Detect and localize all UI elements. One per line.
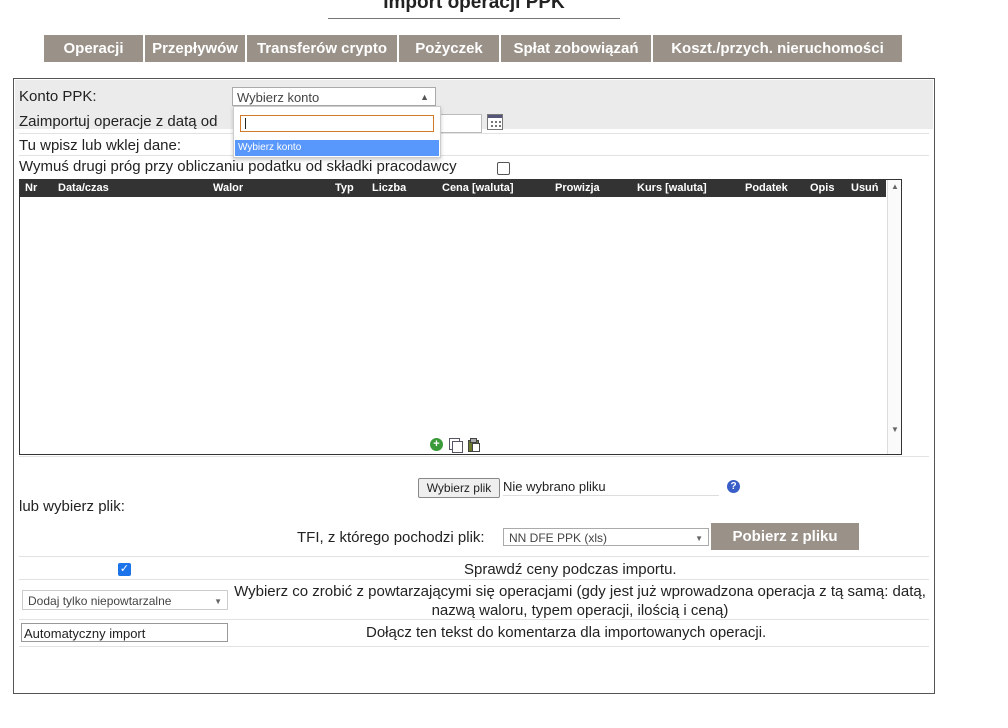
dropdown-search-input[interactable] xyxy=(240,115,434,132)
column-header[interactable]: Nr xyxy=(25,180,37,197)
page-title: Import operacji PPK xyxy=(328,0,620,19)
import-tabs: Operacji Przepływów Transferów crypto Po… xyxy=(44,35,902,62)
column-header[interactable]: Opis xyxy=(810,180,834,197)
operations-grid[interactable]: Nr Data/czas Walor Typ Liczba Cena [walu… xyxy=(19,179,902,455)
check-prices-checkbox[interactable]: ✓ xyxy=(118,563,131,576)
tab-operacji[interactable]: Operacji xyxy=(44,35,143,62)
copy-icon[interactable] xyxy=(449,438,463,453)
chevron-down-icon: ▼ xyxy=(695,534,703,543)
duplicates-select[interactable]: Dodaj tylko niepowtarzalne ▼ xyxy=(22,590,228,610)
account-label: Konto PPK: xyxy=(19,88,97,105)
column-header[interactable]: Cena [waluta] xyxy=(442,180,514,197)
force-threshold-label: Wymuś drugi próg przy obliczaniu podatku… xyxy=(19,158,457,175)
grid-header: Nr Data/czas Walor Typ Liczba Cena [walu… xyxy=(20,180,886,197)
column-header[interactable]: Usuń xyxy=(851,180,879,197)
tab-transferow-crypto[interactable]: Transferów crypto xyxy=(247,35,397,62)
force-threshold-checkbox[interactable] xyxy=(497,162,510,175)
column-header[interactable]: Prowizja xyxy=(555,180,600,197)
scroll-up-icon[interactable]: ▲ xyxy=(891,182,899,191)
grid-scrollbar[interactable]: ▲ ▼ xyxy=(887,180,901,454)
caret-up-icon: ▲ xyxy=(420,92,429,102)
import-date-label: Zaimportuj operacje z datą od xyxy=(19,113,218,130)
chevron-down-icon: ▼ xyxy=(214,597,222,606)
comment-label: Dołącz ten tekst do komentarza dla impor… xyxy=(366,624,767,641)
scroll-down-icon[interactable]: ▼ xyxy=(891,425,899,434)
grid-actions: + xyxy=(430,438,480,453)
duplicates-select-value: Dodaj tylko niepowtarzalne xyxy=(28,594,172,608)
choose-file-button[interactable]: Wybierz plik xyxy=(418,478,500,498)
fetch-from-file-button[interactable]: Pobierz z pliku xyxy=(711,523,859,550)
calendar-icon[interactable] xyxy=(487,114,503,130)
tab-przeplywow[interactable]: Przepływów xyxy=(145,35,245,62)
tfi-label: TFI, z którego pochodzi plik: xyxy=(297,529,485,546)
or-choose-file-label: lub wybierz plik: xyxy=(19,498,125,515)
add-row-icon[interactable]: + xyxy=(430,438,443,451)
account-dropdown: Wybierz konto xyxy=(233,106,441,158)
help-icon[interactable]: ? xyxy=(727,480,740,493)
divider xyxy=(19,456,929,457)
divider xyxy=(19,619,929,620)
duplicates-description: Wybierz co zrobić z powtarzającymi się o… xyxy=(234,583,926,619)
account-select[interactable]: Wybierz konto ▲ xyxy=(232,87,436,106)
comment-input[interactable]: Automatyczny import xyxy=(21,623,228,642)
divider xyxy=(19,556,929,557)
tab-splat-zobowiazan[interactable]: Spłat zobowiązań xyxy=(501,35,651,62)
column-header[interactable]: Walor xyxy=(213,180,243,197)
file-name-display: Nie wybrano pliku xyxy=(503,479,719,496)
account-select-value: Wybierz konto xyxy=(237,90,320,105)
tfi-select[interactable]: NN DFE PPK (xls) ▼ xyxy=(503,528,709,546)
divider xyxy=(19,646,929,647)
paste-label: Tu wpisz lub wklej dane: xyxy=(19,137,182,154)
column-header[interactable]: Typ xyxy=(335,180,354,197)
divider xyxy=(19,579,929,580)
tab-nieruchomosci[interactable]: Koszt./przych. nieruchomości xyxy=(653,35,902,62)
divider xyxy=(19,133,929,134)
divider xyxy=(19,155,929,156)
tfi-select-value: NN DFE PPK (xls) xyxy=(509,531,608,545)
import-panel: Konto PPK: Wybierz konto ▲ Zaimportuj op… xyxy=(13,78,935,694)
column-header[interactable]: Liczba xyxy=(372,180,406,197)
column-header[interactable]: Podatek xyxy=(745,180,788,197)
tab-pozyczek[interactable]: Pożyczek xyxy=(399,35,499,62)
column-header[interactable]: Kurs [waluta] xyxy=(637,180,707,197)
paste-icon[interactable] xyxy=(467,438,480,452)
dropdown-option[interactable]: Wybierz konto xyxy=(235,140,439,156)
column-header[interactable]: Data/czas xyxy=(58,180,109,197)
check-prices-label: Sprawdź ceny podczas importu. xyxy=(464,561,677,578)
